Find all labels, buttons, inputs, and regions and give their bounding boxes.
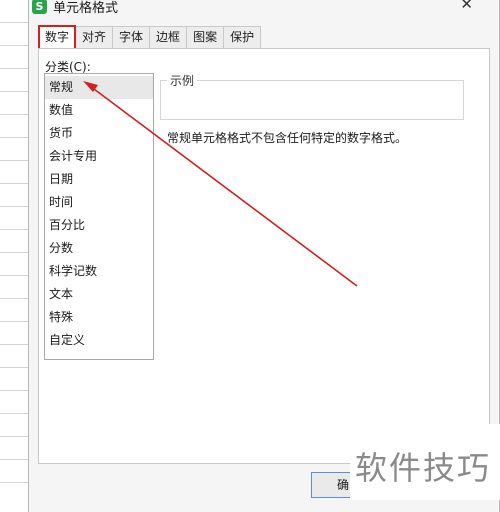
watermark-text: 软件技巧 — [355, 449, 492, 487]
tab-number[interactable]: 数字 — [38, 25, 77, 48]
annotation-arrow-line — [89, 85, 358, 287]
